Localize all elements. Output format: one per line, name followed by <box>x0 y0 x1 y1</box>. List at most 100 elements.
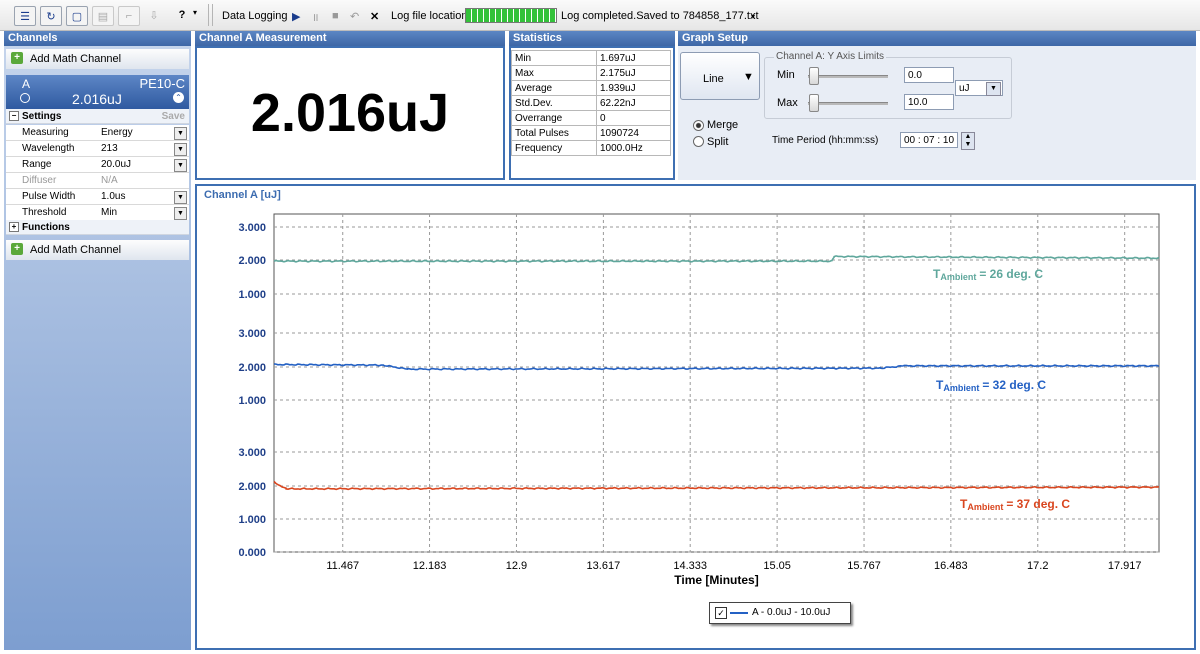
setting-value[interactable]: Min <box>101 207 117 218</box>
statistics-row: Total Pulses 1090724 <box>511 125 671 141</box>
x-tick-label: 16.483 <box>934 560 968 572</box>
setting-value[interactable]: 20.0uJ <box>101 159 131 170</box>
chevron-down-icon[interactable]: ▼ <box>174 207 187 220</box>
report-icon[interactable]: ▤ <box>92 6 114 26</box>
toolbar-separator <box>212 4 213 26</box>
graph-type-dropdown[interactable]: Line ▼ <box>680 52 760 100</box>
x-tick-label: 14.333 <box>673 560 707 572</box>
x-tick-label: 12.183 <box>413 560 447 572</box>
stat-label: Std.Dev. <box>511 95 597 111</box>
stat-value: 62.22nJ <box>596 95 671 111</box>
setting-value[interactable]: 1.0us <box>101 191 125 202</box>
setting-value[interactable]: 213 <box>101 143 118 154</box>
merge-radio[interactable] <box>693 120 704 131</box>
stat-label: Frequency <box>511 140 597 156</box>
add-math-icon: + <box>11 243 23 255</box>
chevron-down-icon[interactable]: ▼ <box>174 143 187 156</box>
setting-row[interactable]: Pulse Width 1.0us ▼ <box>6 189 189 205</box>
chevron-down-icon[interactable]: ▼ <box>174 159 187 172</box>
functions-group[interactable]: + Functions <box>6 220 189 235</box>
stat-label: Overrange <box>511 110 597 126</box>
pause-icon[interactable]: ॥ <box>312 10 319 25</box>
stat-value: 0 <box>596 110 671 126</box>
setting-value[interactable]: Energy <box>101 127 133 138</box>
add-math-channel-button-2[interactable]: + Add Math Channel <box>6 240 189 260</box>
time-period-input[interactable]: 00 : 07 : 10 <box>900 132 958 148</box>
expand-functions-icon[interactable]: + <box>9 222 19 232</box>
chart-icon[interactable]: ⌐ <box>118 6 140 26</box>
min-label: Min <box>777 69 795 81</box>
toolbar: ☰ ↻ ▢ ▤ ⌐ ⇩ ? ▾ Data Logging ▶ ॥ ■ ↶ ✕ L… <box>0 0 1200 31</box>
setting-row[interactable]: Threshold Min ▼ <box>6 205 189 221</box>
stat-label: Average <box>511 80 597 96</box>
y-tick-label: 2.000 <box>238 255 266 267</box>
setting-label: Diffuser <box>22 175 57 186</box>
max-input[interactable]: 10.0 <box>904 94 954 110</box>
graph-setup-panel: Line ▼ Merge Split Channel A: Y Axis Lim… <box>678 46 1196 180</box>
x-tick-label: 11.467 <box>326 560 359 572</box>
statistics-row: Average 1.939uJ <box>511 80 671 96</box>
refresh-icon[interactable]: ↻ <box>40 6 62 26</box>
settings-label: Settings <box>22 111 62 122</box>
chevron-down-icon: ▼ <box>743 71 754 83</box>
collapse-settings-icon[interactable]: − <box>9 111 19 121</box>
tools-icon[interactable]: ✕ <box>370 10 379 23</box>
split-radio[interactable] <box>693 136 704 147</box>
setting-row[interactable]: Wavelength 213 ▼ <box>6 141 189 157</box>
log-progress-bar <box>465 8 557 23</box>
statistics-row: Std.Dev. 62.22nJ <box>511 95 671 111</box>
save-button[interactable]: Save <box>162 109 185 124</box>
min-slider-thumb[interactable] <box>809 67 819 85</box>
channel-a-card[interactable]: A PE10-C 2.016uJ ⌃ <box>6 75 189 109</box>
stat-value: 1090724 <box>596 125 671 141</box>
setting-row[interactable]: Measuring Energy ▼ <box>6 125 189 141</box>
time-period-label: Time Period (hh:mm:ss) <box>772 135 879 146</box>
chevron-down-icon[interactable]: ▼ <box>174 191 187 204</box>
x-tick-label: 13.617 <box>587 560 621 572</box>
channel-name: A <box>22 77 31 91</box>
merge-label: Merge <box>707 119 739 131</box>
min-input[interactable]: 0.0 <box>904 67 954 83</box>
x-axis-label: Time [Minutes] <box>674 573 758 587</box>
add-math-label: Add Math Channel <box>30 244 122 256</box>
y-tick-label: 3.000 <box>238 328 266 340</box>
y-tick-label: 3.000 <box>238 447 266 459</box>
legend-label: A - 0.0uJ - 10.0uJ <box>752 607 831 618</box>
channels-panel: Channels + Add Math Channel A PE10-C 2.0… <box>4 31 191 650</box>
x-tick-label: 17.2 <box>1027 560 1048 572</box>
log-dropdown-icon[interactable]: ▾ <box>751 12 755 21</box>
max-slider-thumb[interactable] <box>809 94 819 112</box>
help-dropdown-icon[interactable]: ▾ <box>193 8 197 17</box>
log-file-location-button[interactable]: Log file location <box>391 10 467 22</box>
help-icon[interactable]: ? <box>172 6 192 24</box>
stat-label: Max <box>511 65 597 81</box>
time-period-spinner[interactable]: ▲ ▼ <box>961 132 975 150</box>
stat-value: 1.697uJ <box>596 50 671 66</box>
stop-icon[interactable]: ■ <box>332 10 339 22</box>
statistics-header: Statistics <box>509 31 675 46</box>
download-icon[interactable]: ⇩ <box>144 6 164 24</box>
window-icon[interactable]: ▢ <box>66 6 88 26</box>
channel-status-icon <box>20 93 30 103</box>
collapse-icon[interactable]: ⌃ <box>173 92 184 103</box>
y-tick-label: 3.000 <box>238 222 266 234</box>
statistics-row: Frequency 1000.0Hz <box>511 140 671 156</box>
y-tick-label: 1.000 <box>238 289 266 301</box>
y-tick-label: 2.000 <box>238 362 266 374</box>
channels-icon[interactable]: ☰ <box>14 6 36 26</box>
split-label: Split <box>707 136 729 148</box>
max-slider[interactable] <box>808 102 888 105</box>
setting-row[interactable]: Range 20.0uJ ▼ <box>6 157 189 173</box>
legend-checkbox[interactable]: ✓ <box>715 607 727 619</box>
min-slider[interactable] <box>808 75 888 78</box>
chevron-down-icon[interactable]: ▼ <box>174 127 187 140</box>
toolbar-separator <box>208 4 209 26</box>
add-math-channel-button[interactable]: + Add Math Channel <box>6 49 189 69</box>
play-icon[interactable]: ▶ <box>292 10 300 23</box>
settings-group[interactable]: − Settings Save <box>6 109 189 124</box>
unit-select[interactable]: uJ ▼ <box>955 80 1003 96</box>
stat-value: 2.175uJ <box>596 65 671 81</box>
setting-label: Wavelength <box>22 143 75 154</box>
add-math-label: Add Math Channel <box>30 53 122 65</box>
undo-icon[interactable]: ↶ <box>350 10 359 23</box>
